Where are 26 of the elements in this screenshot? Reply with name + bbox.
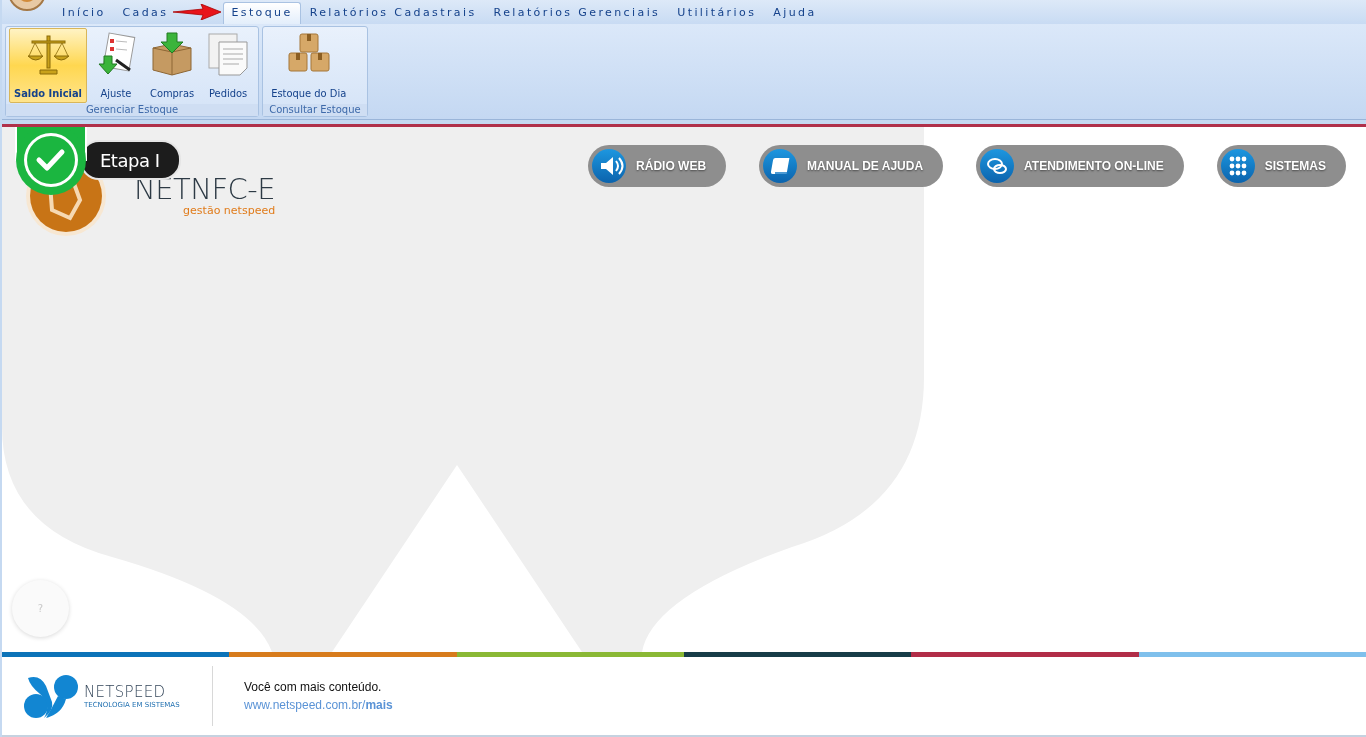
menu-tab[interactable]: Utilitários	[669, 2, 765, 24]
scale-icon	[26, 32, 70, 76]
product-tagline: gestão netspeed	[183, 204, 276, 217]
group-title: Gerenciar Estoque	[6, 104, 259, 116]
menu-tab[interactable]: Estoque	[223, 2, 301, 24]
menu-tab[interactable]: Ajuda	[765, 2, 825, 24]
group-title: Consultar Estoque	[263, 104, 367, 116]
menu-tab[interactable]: Relatórios Cadastrais	[301, 2, 485, 24]
ribbon-button[interactable]: Pedidos	[201, 28, 256, 103]
menu-tab[interactable]: Início	[54, 2, 114, 24]
pointer-arrow-icon	[173, 4, 222, 20]
chat-bubbles-icon	[980, 149, 1015, 183]
speaker-icon	[592, 149, 627, 183]
check-badge-icon	[14, 127, 88, 196]
documents-icon	[206, 32, 251, 76]
ribbon-button[interactable]: Estoque do Dia	[266, 28, 352, 103]
grid-dots-icon	[1220, 149, 1255, 183]
brand-name: NETSPEED	[84, 683, 167, 701]
box-icon	[150, 32, 195, 76]
ribbon-button[interactable]: Saldo Inicial	[9, 28, 87, 103]
menu-tab[interactable]: Cadas	[114, 2, 177, 24]
menu-tab[interactable]: Relatórios Gerenciais	[485, 2, 669, 24]
ribbon-button[interactable]: Compras	[144, 28, 200, 103]
netspeed-logo-icon	[22, 673, 80, 719]
ribbon-button[interactable]: Ajuste	[88, 28, 143, 103]
footer-message: Você com mais conteúdo.	[244, 679, 383, 694]
